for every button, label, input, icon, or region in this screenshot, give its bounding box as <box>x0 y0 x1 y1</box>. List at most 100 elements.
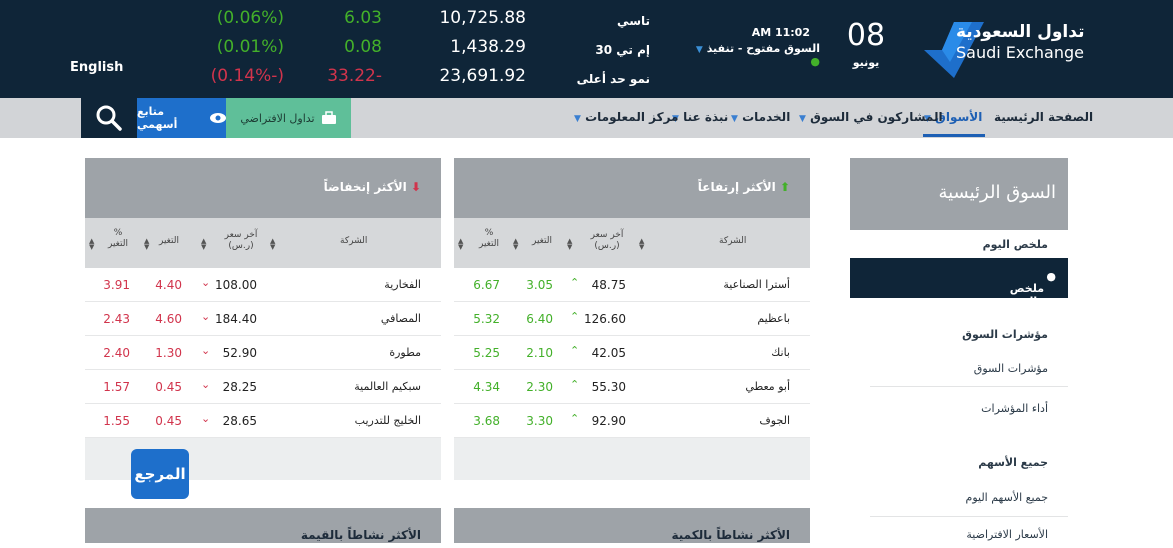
table-row[interactable]: أبو معطي 55.30 ⌃ 2.30 4.34 <box>454 370 810 404</box>
col-company[interactable]: الشركة <box>340 236 367 247</box>
ticker-change: 6.03 <box>344 8 382 28</box>
chevron-down-icon: ▼ <box>695 45 703 55</box>
table-row[interactable]: الخليج للتدريب 28.65 ⌄ 0.45 1.55 <box>85 404 441 438</box>
chevron-up-icon: ⌃ <box>570 344 580 357</box>
nav-item-home[interactable]: الصفحة الرئيسية <box>994 110 1093 124</box>
virtual-trading-button[interactable]: تداول الافتراضي <box>226 98 351 138</box>
ticker-index[interactable]: تاسي <box>560 14 650 28</box>
col-last-price[interactable]: آخر سعر (ر.س) <box>221 230 261 252</box>
ticker-change: 0.08 <box>344 37 382 57</box>
logo-text-en: Saudi Exchange <box>956 43 1084 62</box>
col-change[interactable]: التغير <box>532 236 552 247</box>
most-active-volume-panel: الأكثر نشاطاً بالكمية <box>454 508 810 543</box>
logo-text-ar: تداول السعودية <box>956 22 1085 42</box>
panel-title: الأكثر إنخفاضاً ⬇ <box>323 180 421 194</box>
panel-title: الأكثر نشاطاً بالقيمة <box>300 528 421 542</box>
date-day: 08 <box>846 18 886 53</box>
table-row[interactable]: باعظيم 126.60 ⌃ 6.40 5.32 <box>454 302 810 336</box>
ticker-pct: (0.06%) <box>216 8 284 28</box>
sidebar-title: السوق الرئيسية <box>938 182 1056 203</box>
active-nav-indicator <box>923 134 985 137</box>
col-pct[interactable]: % التغير <box>474 228 504 250</box>
chevron-up-icon: ⌃ <box>570 310 580 323</box>
arrow-down-icon: ⬇ <box>410 180 421 194</box>
divider <box>870 386 1068 387</box>
panel-header: الأكثر إنخفاضاً ⬇ <box>85 158 441 218</box>
sort-icon[interactable]: ▲ ▼ <box>458 238 463 251</box>
ticker-change: 33.22- <box>327 66 382 86</box>
language-switch[interactable]: English <box>70 60 123 75</box>
panel-header: الأكثر إرتفاعاً ⬆ <box>454 158 810 218</box>
sort-icon[interactable]: ▲ ▼ <box>144 238 149 251</box>
table-row[interactable]: المصافي 184.40 ⌄ 4.60 2.43 <box>85 302 441 336</box>
table-row[interactable]: أسترا الصناعية 48.75 ⌃ 3.05 6.67 <box>454 268 810 302</box>
top-losers-panel: الأكثر إنخفاضاً ⬇ الشركة ▲ ▼ آخر سعر (ر.س)… <box>85 158 441 480</box>
top-header: (0.06%) 6.03 10,725.88 تاسي (0.01%) 0.08… <box>0 0 1173 98</box>
chevron-down-icon: ▼ <box>574 114 581 124</box>
divider <box>870 516 1068 517</box>
sort-icon[interactable]: ▲ ▼ <box>270 238 275 251</box>
col-pct[interactable]: % التغير <box>103 228 133 250</box>
watermark-logo: المرجع <box>131 449 189 499</box>
ticker-value: 1,438.29 <box>450 37 526 57</box>
chevron-up-icon: ⌃ <box>570 276 580 289</box>
sidebar-item-indices-performance[interactable]: أداء المؤشرات <box>981 402 1048 415</box>
sort-icon[interactable]: ▲ ▼ <box>513 238 518 251</box>
sidebar-header: السوق الرئيسية <box>850 158 1068 230</box>
sidebar: السوق الرئيسية ملخص اليوم ملخص اليوم ● م… <box>850 158 1068 548</box>
sidebar-item-summary[interactable]: ملخص اليوم ● <box>850 258 1068 308</box>
date-month: يونيو <box>852 56 880 69</box>
briefcase-icon <box>321 111 336 124</box>
ticker-value: 23,691.92 <box>439 66 526 86</box>
top-gainers-panel: الأكثر إرتفاعاً ⬆ الشركة ▲ ▼ آخر سعر (ر.س)… <box>454 158 810 480</box>
sidebar-group-stocks[interactable]: جميع الأسهم <box>978 456 1048 469</box>
nav-item-participants[interactable]: ▼ المشاركون في السوق <box>799 110 943 124</box>
chevron-down-icon: ⌄ <box>201 412 211 425</box>
col-company[interactable]: الشركة <box>719 236 746 247</box>
sort-icon[interactable]: ▲ ▼ <box>567 238 572 251</box>
chevron-up-icon: ⌃ <box>570 378 580 391</box>
panel-title: الأكثر نشاطاً بالكمية <box>671 528 791 542</box>
most-active-value-panel: الأكثر نشاطاً بالقيمة <box>85 508 441 543</box>
ticker-pct: (0.01%) <box>216 37 284 57</box>
sidebar-item-all-stocks[interactable]: جميع الأسهم اليوم <box>966 491 1048 504</box>
table-row[interactable]: بانك 42.05 ⌃ 2.10 5.25 <box>454 336 810 370</box>
chevron-down-icon: ⌄ <box>201 310 211 323</box>
chevron-down-icon: ▼ <box>799 114 806 124</box>
sort-icon[interactable]: ▲ ▼ <box>639 238 644 251</box>
sidebar-group-summary[interactable]: ملخص اليوم <box>983 238 1048 251</box>
ticker-index[interactable]: إم تي 30 <box>560 43 650 57</box>
sort-icon[interactable]: ▲ ▼ <box>201 238 206 251</box>
arrow-up-icon: ⬆ <box>779 180 790 194</box>
chevron-up-icon: ⌃ <box>570 412 580 425</box>
table-row[interactable]: الجوف 92.90 ⌃ 3.30 3.68 <box>454 404 810 438</box>
search-icon <box>96 105 122 131</box>
chevron-down-icon: ▼ <box>731 114 738 124</box>
watchlist-button[interactable]: متابع أسهمي <box>137 98 226 138</box>
table-row[interactable]: الفخارية 108.00 ⌄ 4.40 3.91 <box>85 268 441 302</box>
nav-item-info-center[interactable]: ▼ مركز المعلومات <box>574 110 678 124</box>
sidebar-item-indices[interactable]: مؤشرات السوق <box>974 362 1048 375</box>
chevron-down-icon: ⌄ <box>201 276 211 289</box>
nav-item-services[interactable]: ▼ الخدمات <box>731 110 790 124</box>
market-status-label: السوق مفتوح - تنفيذ <box>706 42 820 55</box>
chevron-down-icon: ⌄ <box>201 344 211 357</box>
chevron-down-icon: ⌄ <box>201 378 211 391</box>
sidebar-item-virtual-prices[interactable]: الأسعار الافتراضية <box>966 528 1048 541</box>
table-header: الشركة ▲ ▼ آخر سعر (ر.س) ▲ ▼ التغير ▲ ▼ % الت… <box>454 218 810 268</box>
col-change[interactable]: التغير <box>159 236 179 247</box>
market-time: AM 11:02 <box>751 26 810 39</box>
panel-title: الأكثر إرتفاعاً ⬆ <box>697 180 790 194</box>
main-nav: الصفحة الرئيسية ▼ الأسواق ▼ المشاركون في… <box>0 98 1173 138</box>
ticker-index[interactable]: نمو حد أعلى <box>560 72 650 86</box>
search-button[interactable] <box>81 98 137 138</box>
market-status[interactable]: ▼ السوق مفتوح - تنفيذ ● <box>690 42 820 68</box>
ticker-value: 10,725.88 <box>439 8 526 28</box>
sort-icon[interactable]: ▲ ▼ <box>89 238 94 251</box>
eye-icon <box>210 113 226 123</box>
sidebar-group-indices[interactable]: مؤشرات السوق <box>962 328 1048 341</box>
nav-item-about[interactable]: ▼ نبذة عنا <box>672 110 728 124</box>
table-row[interactable]: سبكيم العالمية 28.25 ⌄ 0.45 1.57 <box>85 370 441 404</box>
table-row[interactable]: مطورة 52.90 ⌄ 1.30 2.40 <box>85 336 441 370</box>
col-last-price[interactable]: آخر سعر (ر.س) <box>587 230 627 252</box>
